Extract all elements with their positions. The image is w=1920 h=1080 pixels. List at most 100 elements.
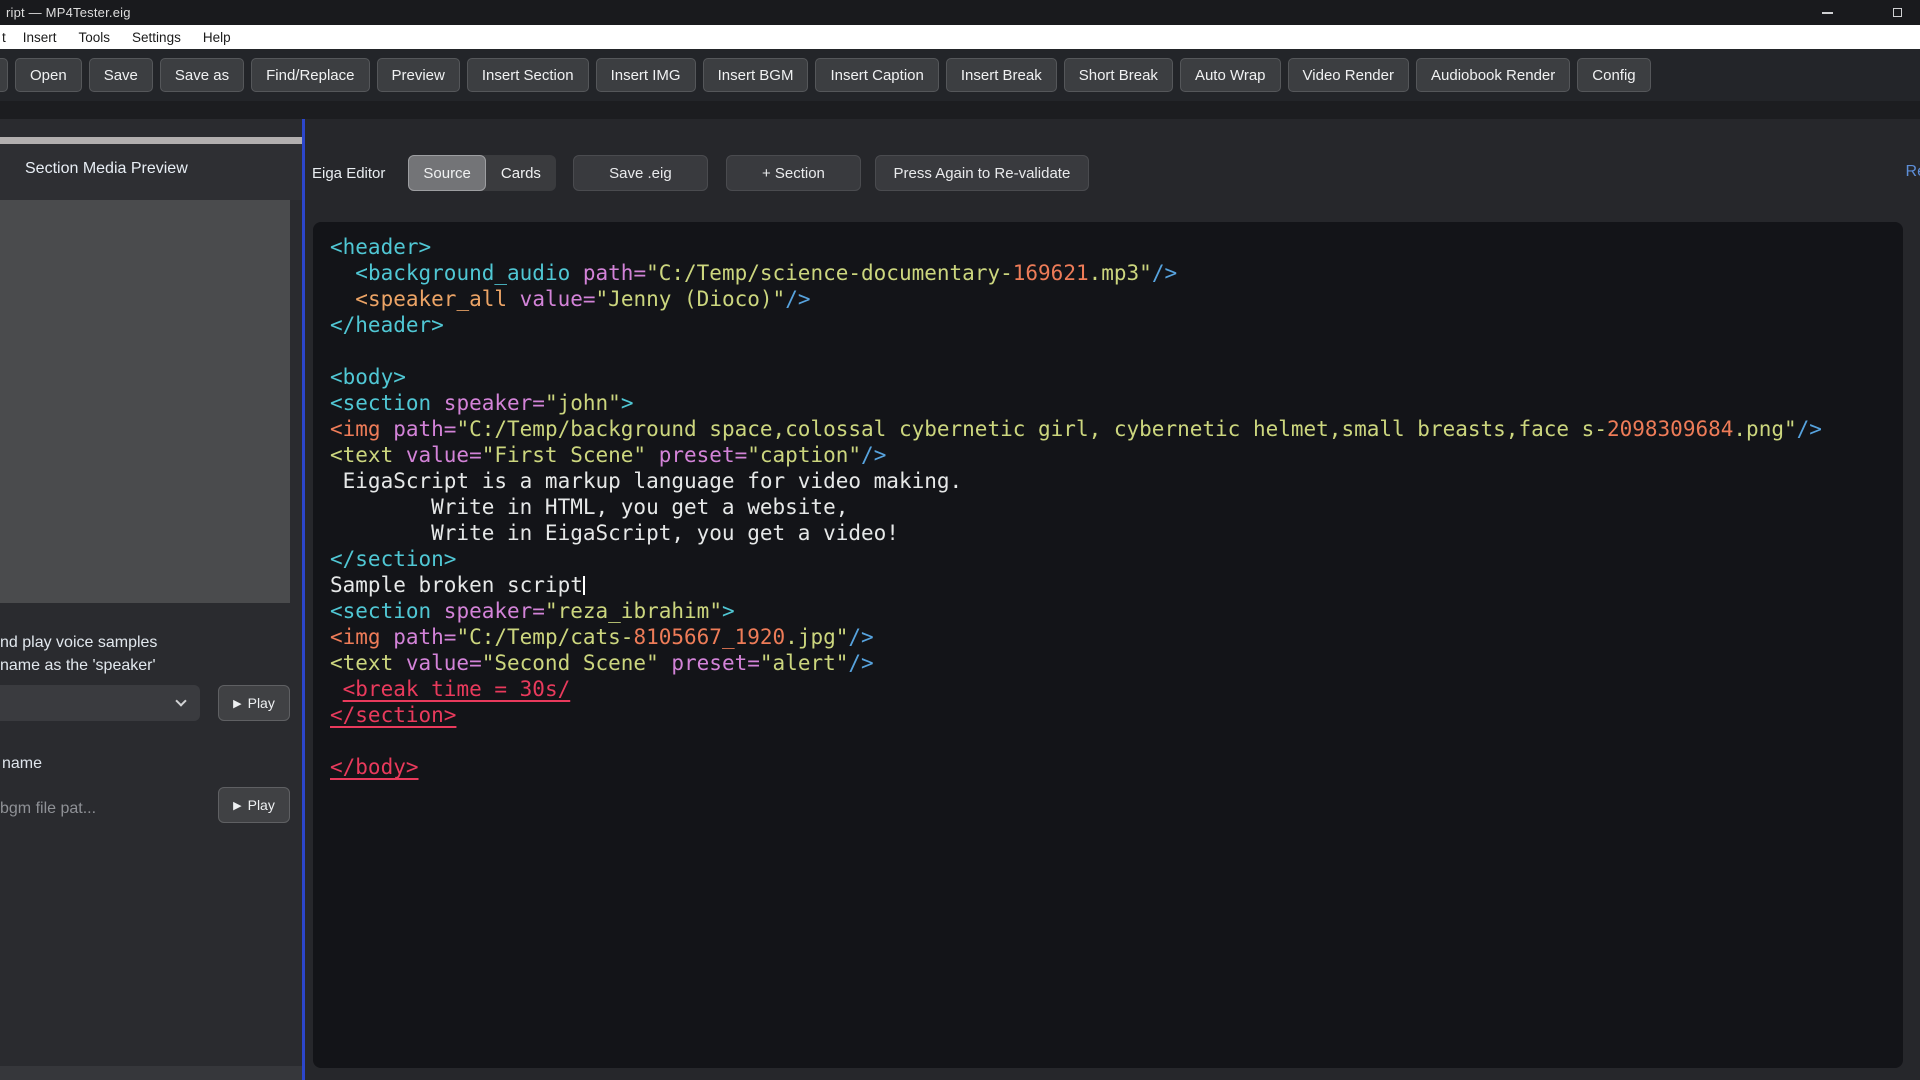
code-line: <section speaker="reza_ibrahim"> (330, 598, 1903, 624)
code-token: 2098309684 (1607, 417, 1733, 441)
toolbar-button-preview[interactable]: Preview (377, 58, 460, 92)
code-line (330, 728, 1903, 754)
code-line: <speaker_all value="Jenny (Dioco)"/> (330, 286, 1903, 312)
media-preview-panel (0, 200, 290, 603)
code-token: <background_audio (355, 261, 583, 285)
code-token: <section (330, 391, 444, 415)
toolbar-button-open[interactable]: Open (15, 58, 82, 92)
voice-play-button[interactable]: ▶ Play (218, 685, 290, 721)
code-token: </header> (330, 313, 444, 337)
menu-item-tools[interactable]: Tools (68, 25, 122, 49)
add-section-button[interactable]: + Section (726, 155, 861, 191)
code-token: <header> (330, 235, 431, 259)
code-token: <speaker_all (355, 287, 519, 311)
minimize-button[interactable] (1812, 2, 1842, 24)
code-token: "C:/Temp/cats- (456, 625, 633, 649)
menu-item-settings[interactable]: Settings (121, 25, 192, 49)
toolbar-button-partial[interactable] (0, 58, 8, 92)
toolbar-button-config[interactable]: Config (1577, 58, 1650, 92)
toolbar-button-video-render[interactable]: Video Render (1288, 58, 1409, 92)
toolbar-button-insert-caption[interactable]: Insert Caption (815, 58, 938, 92)
code-token (330, 287, 355, 311)
minimize-icon (1822, 12, 1833, 14)
code-token: .jpg" (785, 625, 848, 649)
code-token: /> (785, 287, 810, 311)
window-controls (1812, 0, 1912, 25)
toolbar-button-find-replace[interactable]: Find/Replace (251, 58, 369, 92)
code-token: <break time = 30s/ (343, 677, 571, 701)
chevron-down-icon (175, 695, 186, 706)
restore-icon (1893, 8, 1902, 17)
right-partial-button[interactable]: Re (1906, 163, 1920, 181)
code-token: 169621 (1013, 261, 1089, 285)
bgm-path-input[interactable] (0, 797, 165, 821)
code-line: </header> (330, 312, 1903, 338)
code-line: <text value="First Scene" preset="captio… (330, 442, 1903, 468)
code-token: Sample broken script (330, 573, 583, 597)
code-token: <img (330, 625, 393, 649)
code-token: </body> (330, 755, 419, 779)
voice-sample-hint-line2: name as the 'speaker' (0, 654, 157, 677)
toolbar-button-insert-bgm[interactable]: Insert BGM (703, 58, 809, 92)
code-line: <img path="C:/Temp/background space,colo… (330, 416, 1903, 442)
code-line: Write in EigaScript, you get a video! (330, 520, 1903, 546)
code-token: preset= (671, 651, 760, 675)
toolbar-button-insert-section[interactable]: Insert Section (467, 58, 589, 92)
menu-item-insert[interactable]: Insert (12, 25, 68, 49)
bgm-play-button[interactable]: ▶ Play (218, 787, 290, 823)
toolbar-button-save-as[interactable]: Save as (160, 58, 244, 92)
code-token: preset= (659, 443, 748, 467)
code-token: /> (1797, 417, 1822, 441)
tab-source[interactable]: Source (408, 155, 486, 191)
toolbar-button-auto-wrap[interactable]: Auto Wrap (1180, 58, 1281, 92)
main-toolbar: OpenSaveSave asFind/ReplacePreviewInsert… (0, 49, 1920, 101)
code-token: path= (393, 417, 456, 441)
restore-button[interactable] (1882, 2, 1912, 24)
code-token: "First Scene" (482, 443, 659, 467)
code-token: "C:/Temp/background space,colossal cyber… (456, 417, 1607, 441)
code-line: </body> (330, 754, 1903, 780)
sidebar-header: Section Media Preview (0, 144, 302, 200)
code-token: EigaScript is a markup language for vide… (330, 469, 962, 493)
code-token: "caption" (747, 443, 861, 467)
code-line: <break time = 30s/ (330, 676, 1903, 702)
code-token: "john" (545, 391, 621, 415)
code-token: Write in EigaScript, you get a video! (330, 521, 899, 545)
code-line: </section> (330, 702, 1903, 728)
menu-bar: tInsertToolsSettingsHelp (0, 25, 1920, 49)
sidebar-splitter[interactable] (0, 137, 302, 144)
code-token: /> (1152, 261, 1177, 285)
toolbar-buttons: OpenSaveSave asFind/ReplacePreviewInsert… (15, 58, 1651, 92)
code-line: <body> (330, 364, 1903, 390)
code-token: <body> (330, 365, 406, 389)
toolbar-button-insert-break[interactable]: Insert Break (946, 58, 1057, 92)
code-editor[interactable]: <header> <background_audio path="C:/Temp… (313, 222, 1903, 1068)
sidebar-title: Section Media Preview (25, 160, 188, 178)
sidebar-footer-strip (0, 1066, 302, 1080)
code-line: Sample broken script (330, 572, 1903, 598)
code-token: <text (330, 651, 406, 675)
menu-item-help[interactable]: Help (192, 25, 242, 49)
toolbar-button-short-break[interactable]: Short Break (1064, 58, 1173, 92)
revalidate-button[interactable]: Press Again to Re-validate (875, 155, 1089, 191)
code-token: </section> (330, 703, 456, 727)
code-token: 8105667_1920 (633, 625, 785, 649)
code-token: speaker= (444, 391, 545, 415)
toolbar-button-save[interactable]: Save (89, 58, 153, 92)
code-token: "reza_ibrahim" (545, 599, 722, 623)
code-token: /> (848, 651, 873, 675)
menu-item-t[interactable]: t (0, 25, 12, 49)
tab-cards[interactable]: Cards (486, 155, 556, 191)
voice-sample-dropdown[interactable] (0, 685, 200, 721)
eiga-editor-panel: Eiga Editor Source Cards Save .eig + Sec… (305, 119, 1920, 1080)
code-token: <text (330, 443, 406, 467)
code-token: "C:/Temp/science-documentary- (646, 261, 1013, 285)
code-token: value= (406, 651, 482, 675)
section-media-sidebar: Section Media Preview nd play voice samp… (0, 119, 302, 1080)
toolbar-button-audiobook-render[interactable]: Audiobook Render (1416, 58, 1570, 92)
code-line (330, 338, 1903, 364)
code-token: > (621, 391, 634, 415)
toolbar-button-insert-img[interactable]: Insert IMG (596, 58, 696, 92)
save-eig-button[interactable]: Save .eig (573, 155, 708, 191)
code-token: > (722, 599, 735, 623)
